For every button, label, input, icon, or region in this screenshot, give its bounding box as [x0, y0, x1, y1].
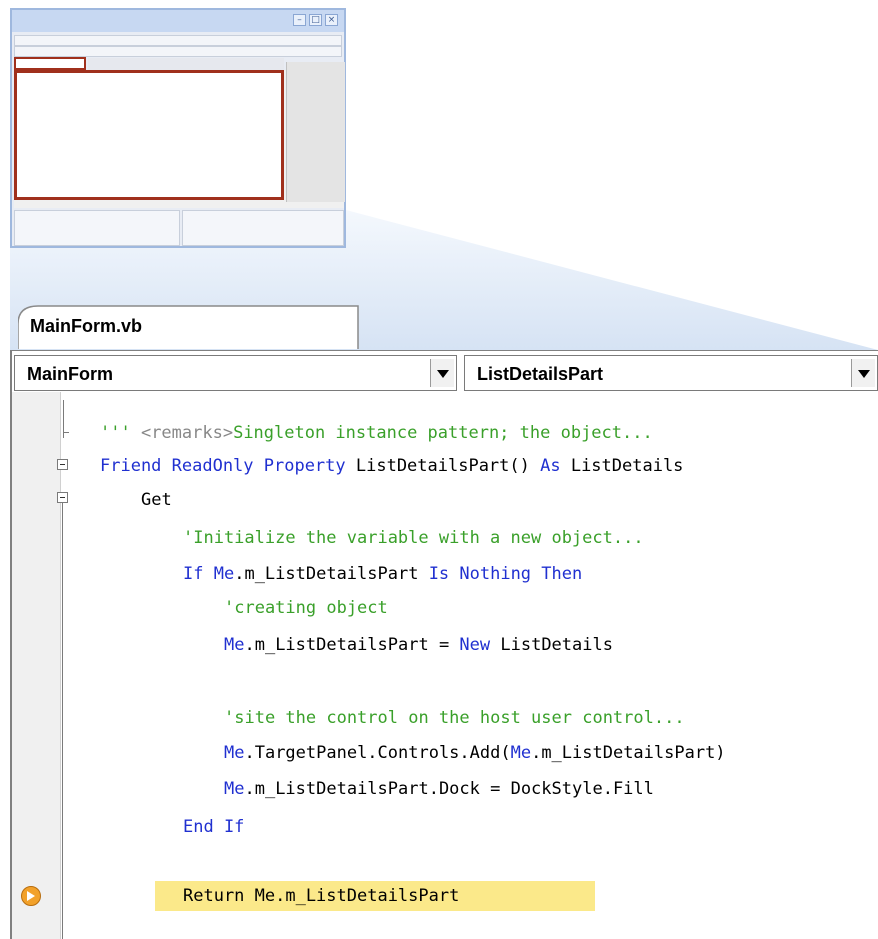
identifier: ListDetails [490, 635, 613, 655]
code-line-current: Return Me.m_ListDetailsPart [183, 885, 459, 907]
keyword: Me [224, 743, 245, 763]
keyword: New [459, 635, 491, 655]
keyword: Me [224, 779, 245, 799]
chevron-down-icon[interactable] [851, 359, 875, 387]
code-line: 'creating object [224, 597, 388, 619]
identifier: ListDetailsPart() [345, 456, 541, 476]
member-selector-value: ListDetailsPart [477, 364, 604, 384]
doc-comment-text: Singleton instance pattern; the object..… [233, 423, 653, 443]
identifier: .m_ListDetailsPart) [531, 743, 726, 763]
collapse-icon[interactable] [57, 492, 68, 503]
keyword: If [183, 564, 204, 584]
class-selector-value: MainForm [27, 364, 114, 384]
code-line: End If [183, 816, 244, 838]
code-line: If Me.m_ListDetailsPart Is Nothing Then [183, 563, 582, 585]
identifier: Return Me.m_ListDetailsPart [183, 886, 460, 906]
collapse-icon[interactable] [57, 459, 68, 470]
comment: 'creating object [224, 598, 388, 618]
identifier: .TargetPanel.Controls.Add( [244, 743, 511, 763]
identifier: ListDetails [560, 456, 684, 476]
identifier: .m_ListDetailsPart [234, 564, 429, 584]
comment: 'Initialize the variable with a new obje… [183, 528, 644, 548]
code-line: 'site the control on the host user contr… [224, 707, 685, 729]
code-text: ''' <remarks>Singleton instance pattern;… [0, 0, 726, 906]
comment: 'site the control on the host user contr… [224, 708, 685, 728]
outline-line [62, 503, 63, 939]
outline-tick [63, 432, 69, 433]
keyword: Is Nothing Then [428, 564, 583, 584]
keyword: As [540, 456, 561, 476]
code-line: Me.m_ListDetailsPart.Dock = DockStyle.Fi… [224, 778, 654, 800]
keyword: Me [213, 564, 235, 584]
keyword: End If [183, 817, 245, 837]
code-line: 'Initialize the variable with a new obje… [183, 527, 644, 549]
keyword: Me [224, 635, 245, 655]
code-line: ''' <remarks>Singleton instance pattern;… [100, 422, 653, 444]
chevron-down-icon[interactable] [430, 359, 454, 387]
member-selector-dropdown[interactable]: ListDetailsPart [464, 355, 878, 391]
identifier: .m_ListDetailsPart.Dock = DockStyle.Fill [244, 779, 654, 799]
keyword: Me [510, 743, 532, 763]
file-tab-label: MainForm.vb [30, 316, 143, 336]
identifier: .m_ListDetailsPart = [244, 635, 460, 655]
keyword: Friend ReadOnly Property [100, 456, 346, 476]
code-line: Me.m_ListDetailsPart = New ListDetails [224, 634, 613, 656]
code-line: Friend ReadOnly Property ListDetailsPart… [100, 455, 683, 477]
code-line: Me.TargetPanel.Controls.Add(Me.m_ListDet… [224, 742, 726, 764]
doc-comment-tag: <remarks> [140, 423, 234, 443]
class-selector-dropdown[interactable]: MainForm [14, 355, 457, 391]
execution-pointer-icon[interactable] [21, 886, 41, 906]
identifier: Get [141, 490, 172, 510]
doc-comment-prefix: ''' [100, 423, 141, 443]
code-line: Get [141, 489, 172, 511]
